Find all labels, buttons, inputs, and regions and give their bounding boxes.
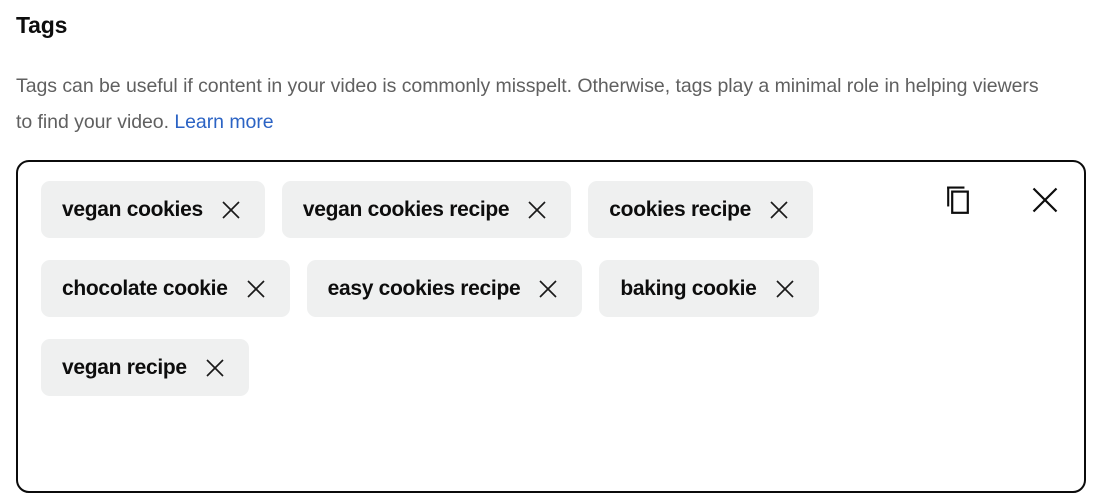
close-icon — [244, 277, 268, 301]
remove-tag-button[interactable] — [216, 195, 246, 225]
tag-chip[interactable]: chocolate cookie — [41, 260, 290, 317]
tag-chip[interactable]: baking cookie — [599, 260, 819, 317]
tag-chip[interactable]: cookies recipe — [588, 181, 814, 238]
tag-chip-label: chocolate cookie — [62, 276, 228, 300]
remove-tag-button[interactable] — [200, 353, 230, 383]
tag-box-actions — [943, 183, 1062, 217]
remove-tag-button[interactable] — [764, 195, 794, 225]
copy-icon — [945, 185, 976, 216]
page-title: Tags — [16, 12, 68, 38]
close-icon — [773, 277, 797, 301]
tag-chip-list: vegan cookies vegan cookies recipe cookies… — [41, 181, 921, 396]
tags-description: Tags can be useful if content in your vi… — [16, 68, 1046, 140]
tag-chip-label: vegan cookies recipe — [302, 197, 510, 221]
tag-chip-label: baking cookie — [620, 276, 757, 300]
tag-chip-label: vegan cookies — [62, 197, 203, 221]
clear-tags-button[interactable] — [1028, 183, 1062, 217]
copy-tags-button[interactable] — [943, 183, 977, 217]
close-icon — [219, 198, 243, 222]
remove-tag-button[interactable] — [533, 274, 563, 304]
tag-chip[interactable]: easy cookies recipe — [306, 260, 583, 317]
close-icon — [525, 198, 549, 222]
close-icon — [1029, 184, 1061, 216]
tag-chip-label: easy cookies recipe — [327, 276, 521, 300]
tag-chip[interactable]: vegan cookies — [41, 181, 265, 238]
close-icon — [536, 277, 560, 301]
tag-chip[interactable]: vegan recipe — [41, 339, 249, 396]
close-icon — [767, 198, 791, 222]
tag-chip-label: cookies recipe — [609, 197, 752, 221]
tags-description-text: Tags can be useful if content in your vi… — [16, 75, 1039, 133]
learn-more-link[interactable]: Learn more — [174, 111, 273, 133]
tags-settings-panel: Tags Tags can be useful if content in yo… — [0, 0, 1096, 504]
close-icon — [203, 356, 227, 380]
tag-chip-label: vegan recipe — [62, 355, 187, 379]
remove-tag-button[interactable] — [241, 274, 271, 304]
tag-chip[interactable]: vegan cookies recipe — [281, 181, 572, 238]
tags-input-box[interactable]: vegan cookies vegan cookies recipe cookies… — [16, 160, 1086, 493]
remove-tag-button[interactable] — [770, 274, 800, 304]
remove-tag-button[interactable] — [522, 195, 552, 225]
